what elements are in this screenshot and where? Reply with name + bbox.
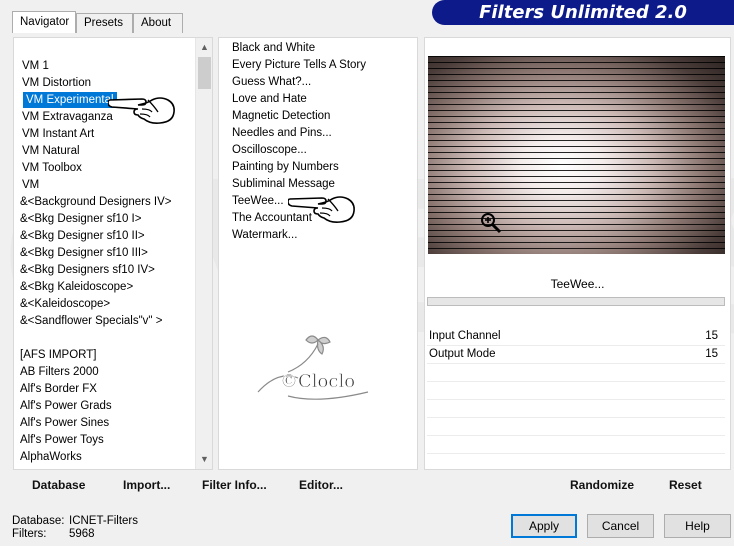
logo-text: ©Cloclo bbox=[280, 371, 355, 392]
param-input-channel[interactable]: Input Channel 15 bbox=[429, 328, 724, 344]
param-value: 15 bbox=[705, 330, 718, 342]
preview-image[interactable] bbox=[428, 56, 725, 254]
magnifier-icon bbox=[481, 213, 502, 234]
status-database-value: ICNET-Filters bbox=[69, 515, 138, 527]
category-item[interactable]: VM Natural bbox=[22, 143, 80, 159]
category-scrollbar[interactable]: ▲ ▼ bbox=[195, 38, 212, 469]
help-button[interactable]: Help bbox=[664, 514, 731, 538]
category-item[interactable]: &<Bkg Designers sf10 IV> bbox=[20, 262, 155, 278]
category-item[interactable]: Alf's Power Grads bbox=[20, 398, 112, 414]
database-button[interactable]: Database bbox=[32, 473, 85, 498]
preview-panel: TeeWee... Input Channel 15 Output Mode 1… bbox=[424, 37, 731, 470]
category-item-selected[interactable]: VM Experimental bbox=[23, 92, 117, 108]
pointing-hand-icon bbox=[108, 97, 175, 124]
category-item[interactable]: &<Bkg Designer sf10 II> bbox=[20, 228, 145, 244]
filter-item[interactable]: Every Picture Tells A Story bbox=[232, 57, 366, 74]
param-value: 15 bbox=[705, 348, 718, 360]
tab-about[interactable]: About bbox=[133, 13, 183, 33]
category-item[interactable]: VM Distortion bbox=[22, 75, 91, 91]
current-filter-name: TeeWee... bbox=[550, 277, 605, 291]
tab-presets[interactable]: Presets bbox=[76, 13, 133, 33]
filter-item[interactable]: Oscilloscope... bbox=[232, 142, 307, 159]
filter-info-button[interactable]: Filter Info... bbox=[202, 473, 267, 498]
param-output-mode[interactable]: Output Mode 15 bbox=[429, 346, 724, 362]
category-item[interactable]: VM Extravaganza bbox=[22, 109, 113, 125]
status-database: Database: ICNET-Filters bbox=[12, 515, 138, 528]
param-label: Output Mode bbox=[429, 348, 496, 360]
status-filters-label: Filters: bbox=[12, 528, 47, 540]
category-item[interactable]: &<Bkg Designer sf10 III> bbox=[20, 245, 148, 261]
filter-item[interactable]: Watermark... bbox=[232, 227, 297, 244]
filter-item[interactable]: Needles and Pins... bbox=[232, 125, 332, 142]
pointing-hand-icon bbox=[288, 196, 355, 223]
category-item[interactable]: VM Instant Art bbox=[22, 126, 94, 142]
category-item[interactable]: Alf's Border FX bbox=[20, 381, 97, 397]
filter-item[interactable]: Painting by Numbers bbox=[232, 159, 339, 176]
category-item[interactable]: Alf's Power Sines bbox=[20, 415, 109, 431]
left-toolbar: Database Import... Filter Info... Editor… bbox=[13, 473, 418, 498]
filter-item[interactable]: Magnetic Detection bbox=[232, 108, 330, 125]
filter-item[interactable]: Black and White bbox=[232, 40, 315, 57]
status-filters-value: 5968 bbox=[69, 528, 95, 540]
app-title-banner: Filters Unlimited 2.0 bbox=[432, 0, 734, 25]
category-item[interactable]: [AFS IMPORT] bbox=[20, 347, 96, 363]
category-item[interactable]: Alf's Power Toys bbox=[20, 432, 104, 448]
right-toolbar: Randomize Reset bbox=[424, 473, 731, 498]
category-item[interactable]: &<Kaleidoscope> bbox=[20, 296, 110, 312]
category-item[interactable]: VM Toolbox bbox=[22, 160, 82, 176]
status-filters: Filters: 5968 bbox=[12, 528, 95, 541]
editor-button[interactable]: Editor... bbox=[299, 473, 343, 498]
category-item[interactable]: VM bbox=[22, 177, 39, 193]
filter-item[interactable]: Love and Hate bbox=[232, 91, 307, 108]
category-item[interactable]: &<Sandflower Specials"v" > bbox=[20, 313, 162, 329]
scroll-down-icon[interactable]: ▼ bbox=[196, 451, 212, 468]
category-item[interactable]: AB Filters 2000 bbox=[20, 364, 99, 380]
param-label: Input Channel bbox=[429, 330, 501, 342]
scroll-up-icon[interactable]: ▲ bbox=[196, 39, 212, 56]
category-item[interactable]: &<Bkg Kaleidoscope> bbox=[20, 279, 133, 295]
category-item[interactable]: &<Bkg Designer sf10 I> bbox=[20, 211, 141, 227]
status-database-label: Database: bbox=[12, 515, 65, 527]
randomize-button[interactable]: Randomize bbox=[570, 473, 634, 498]
import-button[interactable]: Import... bbox=[123, 473, 170, 498]
category-item[interactable]: VM 1 bbox=[22, 58, 49, 74]
scroll-thumb[interactable] bbox=[198, 57, 211, 89]
filter-item-selected[interactable]: TeeWee... bbox=[232, 193, 284, 210]
reset-button[interactable]: Reset bbox=[669, 473, 702, 498]
category-item[interactable]: AlphaWorks bbox=[20, 449, 82, 465]
cloclo-logo: ©Cloclo bbox=[257, 335, 369, 400]
progress-bar bbox=[427, 297, 725, 306]
apply-button[interactable]: Apply bbox=[511, 514, 577, 538]
cancel-button[interactable]: Cancel bbox=[587, 514, 654, 538]
tab-navigator[interactable]: Navigator bbox=[12, 11, 76, 33]
category-item[interactable]: &<Background Designers IV> bbox=[20, 194, 172, 210]
filter-item[interactable]: Guess What?... bbox=[232, 74, 311, 91]
